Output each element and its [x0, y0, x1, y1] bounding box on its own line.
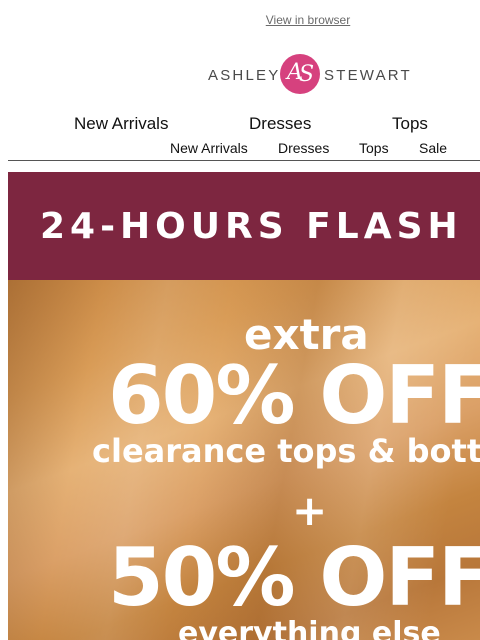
flash-sale-headline: 24-HOURS FLASH S: [40, 206, 480, 247]
secondary-nav-new-arrivals[interactable]: New Arrivals: [170, 140, 248, 156]
secondary-nav: New Arrivals Dresses Tops Sale: [0, 140, 480, 158]
hero-sixty-off-text: 60% OFF: [108, 349, 480, 442]
secondary-nav-dresses[interactable]: Dresses: [278, 140, 329, 156]
view-in-browser-link[interactable]: View in browser: [236, 13, 380, 27]
hero-clearance-text: clearance tops & bottoms: [92, 432, 480, 470]
ashley-stewart-logo[interactable]: ASHLEY A S STEWART: [208, 54, 410, 96]
primary-nav-dresses[interactable]: Dresses: [249, 114, 311, 134]
flash-sale-banner[interactable]: 24-HOURS FLASH S: [8, 172, 480, 280]
secondary-nav-tops[interactable]: Tops: [359, 140, 389, 156]
logo-mark-icon: A S: [280, 54, 320, 94]
promo-hero-image[interactable]: extra 60% OFF clearance tops & bottoms +…: [8, 280, 480, 640]
top-bar: View in browser: [0, 0, 480, 40]
logo-mark-s: S: [299, 62, 315, 87]
hero-fifty-off-text: 50% OFF: [108, 531, 480, 624]
logo-text-right: STEWART: [324, 67, 412, 84]
secondary-nav-sale[interactable]: Sale: [419, 140, 447, 156]
nav-divider: [8, 160, 480, 161]
primary-nav-new-arrivals[interactable]: New Arrivals: [74, 114, 168, 134]
primary-nav: New Arrivals Dresses Tops: [0, 114, 480, 136]
hero-plus-sign: +: [292, 486, 328, 535]
hero-everything-else-text: everything else: [178, 616, 441, 640]
primary-nav-tops[interactable]: Tops: [392, 114, 428, 134]
logo-text-left: ASHLEY: [208, 67, 281, 84]
